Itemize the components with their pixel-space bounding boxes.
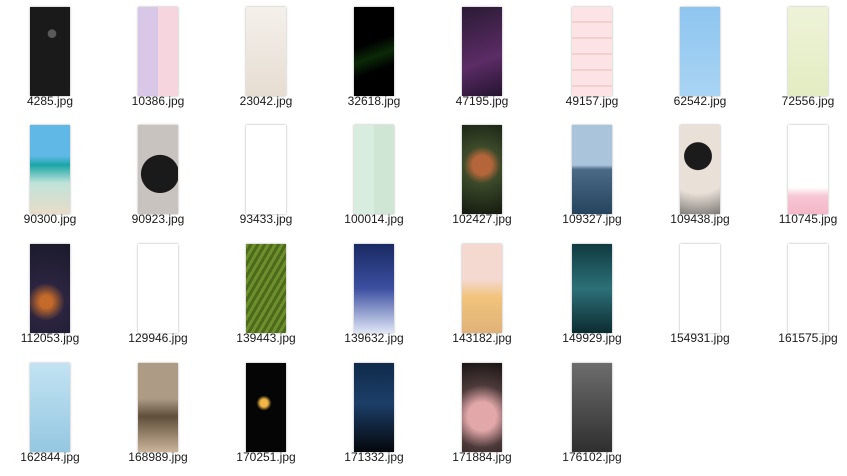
image-thumbnail [572, 244, 612, 333]
file-item[interactable]: 176102.jpg [542, 356, 642, 474]
file-item[interactable]: 143182.jpg [432, 237, 532, 355]
image-thumbnail [788, 7, 828, 96]
image-thumbnail [462, 125, 502, 214]
image-thumbnail [788, 244, 828, 333]
file-name: 171332.jpg [344, 450, 404, 464]
file-name: 10386.jpg [131, 94, 185, 108]
file-name: 90923.jpg [131, 212, 185, 226]
file-name: 143182.jpg [452, 331, 512, 345]
file-name: 47195.jpg [455, 94, 509, 108]
file-item[interactable]: 109438.jpg [650, 118, 750, 236]
file-item[interactable]: 109327.jpg [542, 118, 642, 236]
file-name: 90300.jpg [23, 212, 77, 226]
image-thumbnail [30, 7, 70, 96]
file-name: 49157.jpg [565, 94, 619, 108]
file-item[interactable]: 154931.jpg [650, 237, 750, 355]
file-name: 4285.jpg [26, 94, 74, 108]
image-thumbnail [462, 244, 502, 333]
image-thumbnail [354, 125, 394, 214]
file-name: 102427.jpg [452, 212, 512, 226]
image-thumbnail [462, 7, 502, 96]
file-item[interactable]: 90300.jpg [0, 118, 100, 236]
image-thumbnail [680, 7, 720, 96]
image-thumbnail [680, 244, 720, 333]
file-name: 32618.jpg [347, 94, 401, 108]
file-item[interactable]: 161575.jpg [758, 237, 847, 355]
file-name: 112053.jpg [20, 331, 80, 345]
image-thumbnail [354, 244, 394, 333]
file-name: 162844.jpg [20, 450, 80, 464]
file-name: 176102.jpg [562, 450, 622, 464]
file-name: 168989.jpg [128, 450, 188, 464]
file-name: 171884.jpg [452, 450, 512, 464]
file-name: 110745.jpg [778, 212, 838, 226]
file-name: 129946.jpg [128, 331, 188, 345]
image-thumbnail [354, 7, 394, 96]
file-item[interactable]: 168989.jpg [108, 356, 208, 474]
image-thumbnail [572, 363, 612, 452]
file-item[interactable]: 72556.jpg [758, 0, 847, 118]
file-item[interactable]: 171884.jpg [432, 356, 532, 474]
file-name: 139632.jpg [344, 331, 404, 345]
image-thumbnail [462, 363, 502, 452]
file-item[interactable]: 110745.jpg [758, 118, 847, 236]
image-thumbnail [788, 125, 828, 214]
file-item[interactable]: 32618.jpg [324, 0, 424, 118]
image-thumbnail [138, 244, 178, 333]
image-thumbnail [246, 363, 286, 452]
image-thumbnail [138, 125, 178, 214]
file-item[interactable]: 139443.jpg [216, 237, 316, 355]
file-name: 23042.jpg [239, 94, 293, 108]
file-item[interactable]: 100014.jpg [324, 118, 424, 236]
file-name: 170251.jpg [236, 450, 296, 464]
file-item[interactable]: 23042.jpg [216, 0, 316, 118]
image-thumbnail [30, 125, 70, 214]
image-thumbnail [354, 363, 394, 452]
image-thumbnail [680, 125, 720, 214]
file-item[interactable]: 10386.jpg [108, 0, 208, 118]
file-name: 109438.jpg [670, 212, 730, 226]
file-name: 62542.jpg [673, 94, 727, 108]
file-item[interactable]: 93433.jpg [216, 118, 316, 236]
file-item[interactable]: 47195.jpg [432, 0, 532, 118]
file-item[interactable]: 62542.jpg [650, 0, 750, 118]
file-name: 93433.jpg [239, 212, 293, 226]
image-thumbnail [572, 125, 612, 214]
file-item[interactable]: 49157.jpg [542, 0, 642, 118]
image-thumbnail [246, 244, 286, 333]
image-thumbnail [138, 363, 178, 452]
file-name: 72556.jpg [781, 94, 835, 108]
image-thumbnail [138, 7, 178, 96]
file-item[interactable]: 170251.jpg [216, 356, 316, 474]
file-name: 154931.jpg [670, 331, 730, 345]
file-item[interactable]: 4285.jpg [0, 0, 100, 118]
file-item[interactable]: 162844.jpg [0, 356, 100, 474]
file-item[interactable]: 139632.jpg [324, 237, 424, 355]
image-thumbnail [572, 7, 612, 96]
file-name: 139443.jpg [236, 331, 296, 345]
image-thumbnail [30, 363, 70, 452]
file-name: 100014.jpg [344, 212, 404, 226]
file-grid: 4285.jpg 10386.jpg 23042.jpg 32618.jpg 4… [0, 0, 847, 476]
image-thumbnail [246, 7, 286, 96]
image-thumbnail [30, 244, 70, 333]
file-item[interactable]: 129946.jpg [108, 237, 208, 355]
file-name: 149929.jpg [562, 331, 622, 345]
file-item[interactable]: 171332.jpg [324, 356, 424, 474]
file-item[interactable]: 102427.jpg [432, 118, 532, 236]
file-name: 161575.jpg [778, 331, 838, 345]
file-item[interactable]: 90923.jpg [108, 118, 208, 236]
image-thumbnail [246, 125, 286, 214]
file-name: 109327.jpg [562, 212, 622, 226]
file-item[interactable]: 112053.jpg [0, 237, 100, 355]
file-item[interactable]: 149929.jpg [542, 237, 642, 355]
